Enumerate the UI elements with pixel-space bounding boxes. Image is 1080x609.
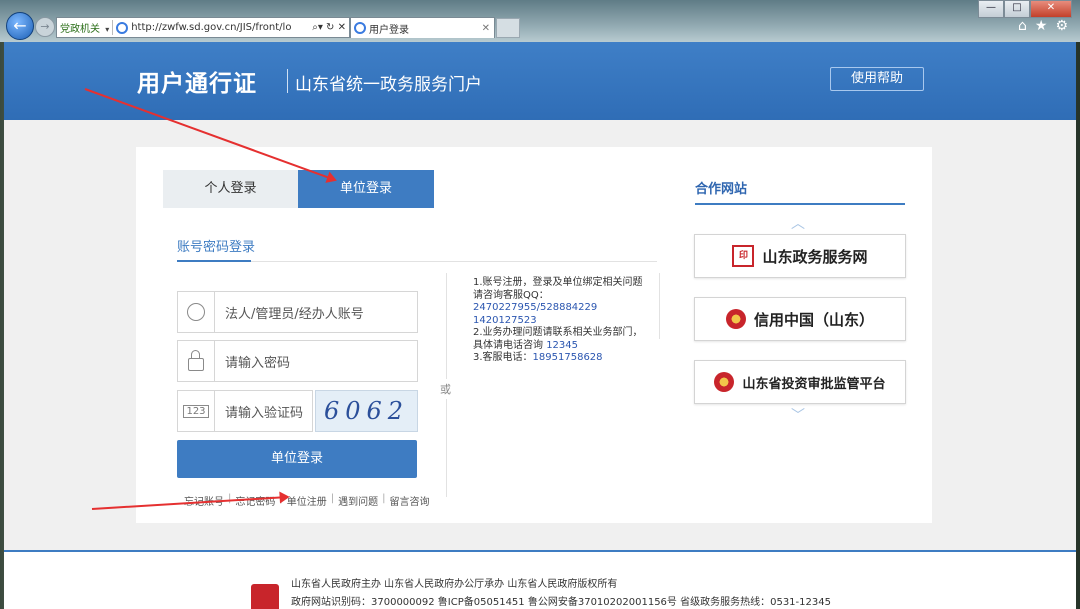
password-placeholder: 请输入密码 xyxy=(225,355,291,371)
notice-qq-1[interactable]: 2470227955/528884229 xyxy=(473,302,643,315)
partner-sd-gov-service[interactable]: 印 山东政务服务网 xyxy=(694,234,906,278)
user-icon xyxy=(187,303,205,321)
user-icon-box xyxy=(178,292,215,332)
maximize-button[interactable]: □ xyxy=(1004,0,1030,18)
help-button[interactable]: 使用帮助 xyxy=(830,67,924,91)
login-card: 个人登录 单位登录 账号密码登录 法人/管理员/经办人账号 请输入密码 123 … xyxy=(136,147,932,523)
partner-investment-platform[interactable]: 山东省投资审批监管平台 xyxy=(694,360,906,404)
tab-title: 用户登录 xyxy=(369,24,409,36)
unit-register-link[interactable]: 单位注册 xyxy=(287,493,327,508)
notice-phone-1[interactable]: 12345 xyxy=(546,340,578,351)
national-emblem-icon xyxy=(714,372,735,392)
address-tools-icon[interactable]: ⌕▾ ↻ ✕ xyxy=(309,22,349,33)
notice-phone-2[interactable]: 18951758628 xyxy=(533,352,603,363)
title-divider xyxy=(287,69,288,93)
notice-qq-2[interactable]: 1420127523 xyxy=(473,315,643,328)
tab-unit-login[interactable]: 单位登录 xyxy=(298,170,434,208)
partner-credit-china[interactable]: 信用中国（山东） xyxy=(694,297,906,341)
chevron-up-icon[interactable]: ︿ xyxy=(791,213,805,233)
close-tab-icon[interactable]: ✕ xyxy=(482,23,490,34)
minimize-button[interactable]: — xyxy=(978,0,1004,18)
captcha-field[interactable]: 123 请输入验证码 xyxy=(177,390,313,432)
browser-chrome: — □ ✕ ← → 党政机关 ▾ http://zwfw.sd.gov.cn/J… xyxy=(0,0,1080,42)
url-text[interactable]: http://zwfw.sd.gov.cn/JIS/front/lo xyxy=(131,22,309,33)
notice-line-2: 2.业务办理问题请联系相关业务部门，具体请电话咨询 12345 xyxy=(473,327,643,352)
partners-underline xyxy=(695,203,905,205)
browser-tools: ⌂ ★ ⚙ xyxy=(1018,18,1068,34)
account-field[interactable]: 法人/管理员/经办人账号 xyxy=(177,291,418,333)
active-subtab-indicator xyxy=(177,260,251,262)
chevron-down-icon: ▾ xyxy=(105,25,110,34)
site-footer: 山东省人民政府主办 山东省人民政府办公厅承办 山东省人民政府版权所有 政府网站识… xyxy=(4,550,1076,609)
favorites-dropdown[interactable]: 党政机关 ▾ xyxy=(57,20,114,35)
captcha-icon-box: 123 xyxy=(178,391,215,431)
new-tab-button[interactable] xyxy=(496,18,520,38)
home-icon[interactable]: ⌂ xyxy=(1018,18,1027,34)
notice-line-1: 1.账号注册，登录及单位绑定相关问题请咨询客服QQ： xyxy=(473,277,643,301)
site-title: 用户通行证 xyxy=(137,71,257,97)
help-notice: 1.账号注册，登录及单位绑定相关问题请咨询客服QQ： 2470227955/52… xyxy=(473,277,643,365)
login-tabs: 个人登录 单位登录 xyxy=(163,170,434,208)
browser-tab[interactable]: 用户登录 ✕ xyxy=(350,17,495,38)
site-subtitle: 山东省统一政务服务门户 xyxy=(295,75,482,95)
page: 用户通行证 山东省统一政务服务门户 使用帮助 个人登录 单位登录 账号密码登录 … xyxy=(4,42,1076,609)
partner-label-2: 信用中国（山东） xyxy=(753,310,874,329)
problem-link[interactable]: 遇到问题 xyxy=(338,493,378,508)
window-controls: — □ ✕ xyxy=(978,0,1072,18)
back-arrow-icon[interactable]: ← xyxy=(6,12,34,40)
account-placeholder: 法人/管理员/经办人账号 xyxy=(225,306,364,322)
partner-label-3: 山东省投资审批监管平台 xyxy=(742,376,886,392)
ie-tab-icon xyxy=(354,22,366,34)
site-header: 用户通行证 山东省统一政务服务门户 使用帮助 xyxy=(4,42,1076,120)
captcha-placeholder: 请输入验证码 xyxy=(225,405,304,421)
address-bar[interactable]: 党政机关 ▾ http://zwfw.sd.gov.cn/JIS/front/l… xyxy=(56,17,350,38)
gear-icon[interactable]: ⚙ xyxy=(1055,18,1068,34)
notice-line-3-text: 3.客服电话： xyxy=(473,352,533,363)
seal-stamp-icon: 印 xyxy=(732,245,755,267)
password-field[interactable]: 请输入密码 xyxy=(177,340,418,382)
national-emblem-icon xyxy=(725,309,746,329)
captcha-image[interactable]: 6062 xyxy=(315,390,418,432)
unit-login-button[interactable]: 单位登录 xyxy=(177,440,417,478)
vertical-divider-right xyxy=(659,273,660,339)
chevron-down-icon[interactable]: ﹀ xyxy=(791,405,805,425)
favorite-label: 党政机关 xyxy=(60,24,100,35)
link-separator: | xyxy=(382,493,386,504)
star-icon[interactable]: ★ xyxy=(1035,18,1048,34)
ie-page-icon xyxy=(116,21,129,34)
partner-label-1: 山东政务服务网 xyxy=(762,247,868,266)
gov-emblem-icon xyxy=(251,584,279,609)
link-separator: | xyxy=(330,493,335,504)
or-label: 或 xyxy=(440,379,451,399)
number-icon: 123 xyxy=(183,404,209,418)
forward-arrow-icon[interactable]: → xyxy=(35,17,55,37)
lock-icon xyxy=(188,349,204,371)
message-consult-link[interactable]: 留言咨询 xyxy=(390,493,430,508)
close-window-button[interactable]: ✕ xyxy=(1030,0,1072,18)
footer-line-1: 山东省人民政府主办 山东省人民政府办公厅承办 山东省人民政府版权所有 xyxy=(291,579,618,590)
notice-line-3: 3.客服电话：18951758628 xyxy=(473,352,643,365)
partners-title: 合作网站 xyxy=(695,182,748,197)
lock-icon-box xyxy=(178,341,215,381)
footer-line-2: 政府网站识别码：3700000092 鲁ICP备05051451 鲁公网安备37… xyxy=(291,597,831,608)
tab-account-password[interactable]: 账号密码登录 xyxy=(177,236,255,255)
tab-personal-login[interactable]: 个人登录 xyxy=(163,170,298,208)
